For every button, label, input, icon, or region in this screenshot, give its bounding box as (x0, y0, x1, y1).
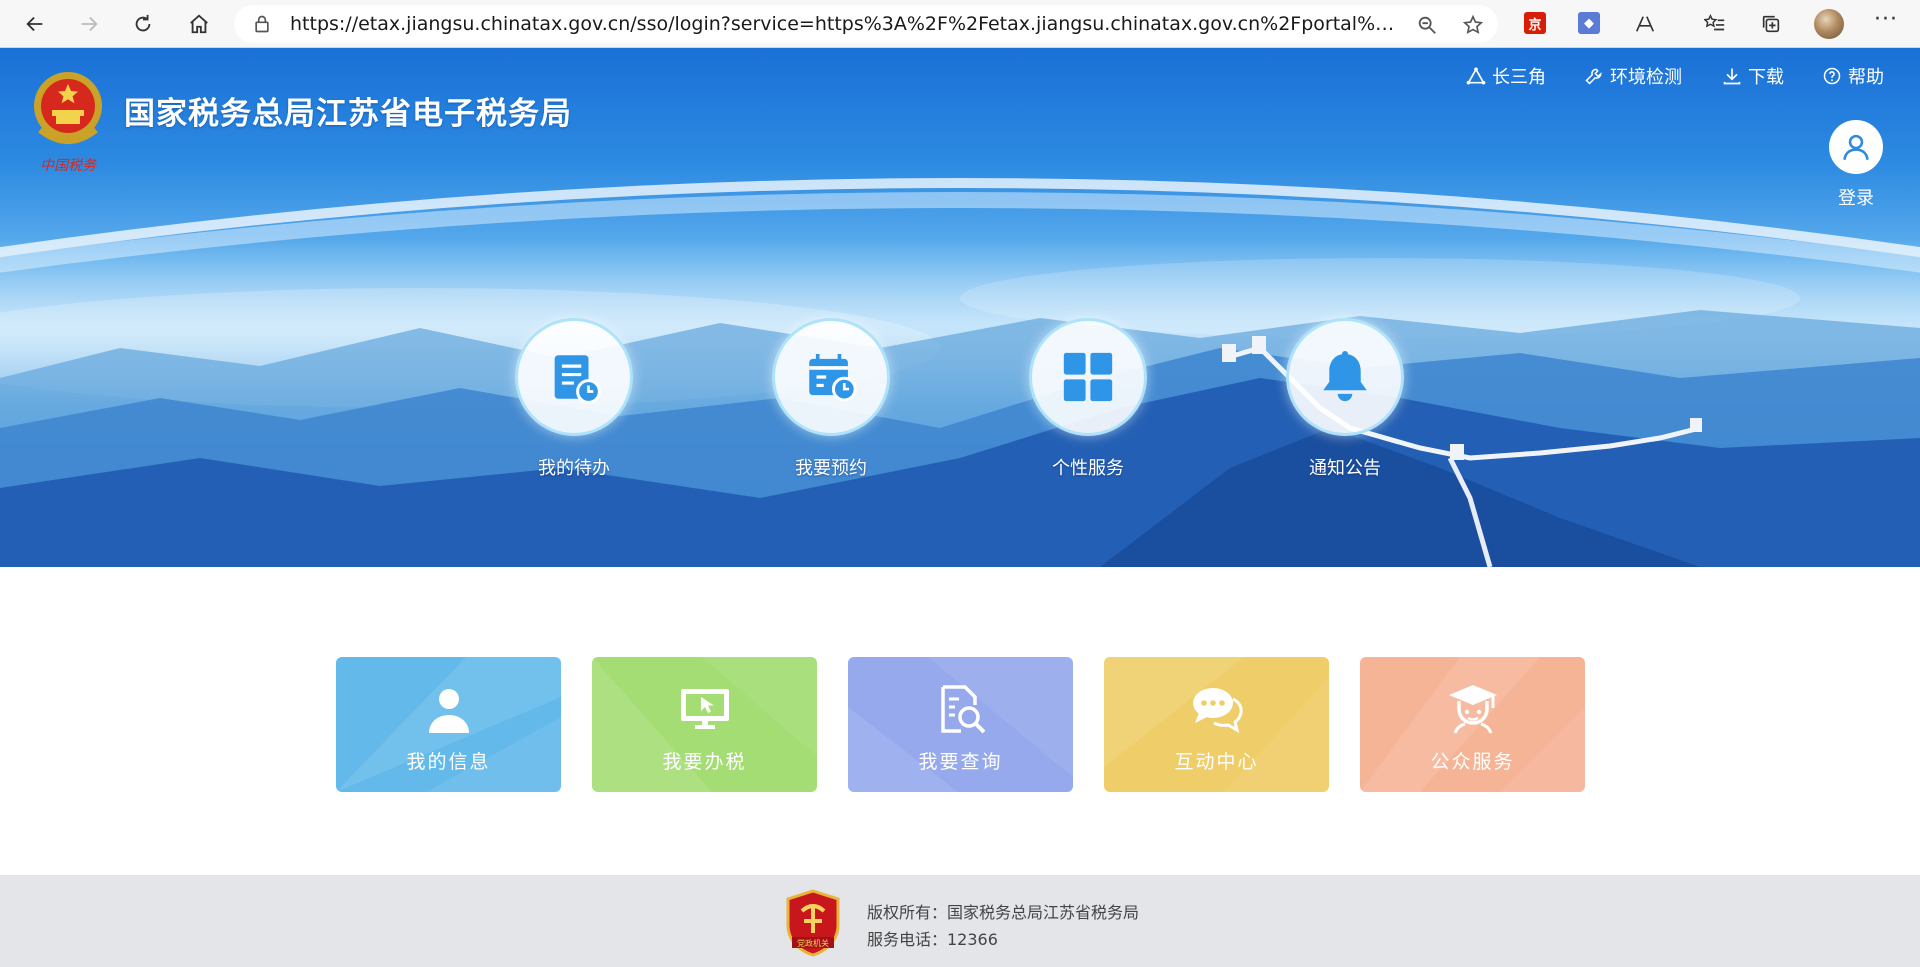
footer-phone: 服务电话：12366 (867, 930, 998, 949)
nav-help[interactable]: 帮助 (1822, 62, 1884, 90)
nav-label: 长三角 (1492, 67, 1546, 88)
extension-jd-icon[interactable]: 京 (1524, 12, 1546, 34)
nav-yangtze-delta[interactable]: 长三角 (1466, 62, 1546, 90)
forward-button[interactable] (72, 7, 106, 41)
tile-interaction-center[interactable]: 互动中心 (1104, 657, 1329, 792)
lock-icon (255, 15, 269, 33)
nav-download[interactable]: 下载 (1722, 62, 1784, 90)
tile-my-info[interactable]: 我的信息 (336, 657, 561, 792)
home-icon (190, 14, 208, 34)
hero-banner: 中国税务 国家税务总局江苏省电子税务局 长三角 环境检测 下载 帮助 登录 我的… (0, 48, 1920, 567)
more-menu-button[interactable]: ··· (1870, 8, 1902, 38)
zoom-icon[interactable] (1416, 14, 1438, 36)
tile-label: 我要查询 (918, 751, 1003, 773)
tile-tax-filing[interactable]: 我要办税 (592, 657, 817, 792)
hub-label: 个性服务 (1052, 458, 1124, 479)
page-footer: 党政机关 版权所有：国家税务总局江苏省税务局 服务电话：12366 (0, 875, 1920, 967)
profile-avatar[interactable] (1814, 9, 1844, 39)
tile-label: 我要办税 (662, 751, 747, 773)
site-title: 国家税务总局江苏省电子税务局 (124, 96, 572, 132)
arrow-left-icon (26, 16, 43, 32)
badge-text: 党政机关 (797, 938, 829, 948)
tile-query[interactable]: 我要查询 (848, 657, 1073, 792)
collections-button[interactable] (1756, 9, 1786, 39)
arrow-right-icon (81, 16, 98, 32)
wrench-icon (1585, 68, 1602, 85)
document-search-icon (940, 685, 985, 734)
hub-appointment[interactable]: 我要预约 (751, 318, 911, 480)
hub-notices[interactable]: 通知公告 (1265, 318, 1425, 480)
collections-icon (1762, 15, 1780, 33)
party-government-badge: 党政机关 (786, 889, 840, 957)
nav-label: 下载 (1748, 67, 1784, 88)
hub-label: 通知公告 (1309, 458, 1381, 479)
hub-icon-circle[interactable] (515, 318, 633, 436)
grid-icon (1063, 352, 1113, 402)
graduate-icon (1448, 685, 1497, 734)
favorites-button[interactable] (1700, 9, 1730, 39)
hub-icon-circle[interactable] (1286, 318, 1404, 436)
calendar-clock-icon (809, 354, 857, 402)
login-button[interactable]: 登录 (1826, 120, 1886, 220)
favorite-star-icon[interactable] (1462, 14, 1484, 36)
nav-label: 帮助 (1848, 67, 1884, 88)
browser-toolbar: https://etax.jiangsu.chinatax.gov.cn/sso… (0, 0, 1920, 48)
hub-personal-service[interactable]: 个性服务 (1008, 318, 1168, 480)
hub-label: 我要预约 (795, 458, 867, 479)
url-text[interactable]: https://etax.jiangsu.chinatax.gov.cn/sso… (290, 5, 1400, 43)
address-bar[interactable]: https://etax.jiangsu.chinatax.gov.cn/sso… (234, 5, 1498, 43)
hub-icon-circle[interactable] (1029, 318, 1147, 436)
hub-label: 我的待办 (538, 458, 610, 479)
tile-label: 我的信息 (406, 751, 491, 773)
refresh-icon (135, 14, 151, 32)
nav-label: 环境检测 (1610, 67, 1682, 88)
refresh-button[interactable] (126, 7, 160, 41)
monitor-cursor-icon (680, 689, 729, 729)
user-icon (428, 689, 469, 733)
nav-environment-check[interactable]: 环境检测 (1584, 62, 1682, 90)
help-icon (1823, 67, 1841, 85)
emblem-caption: 中国税务 (40, 158, 97, 174)
tile-public-service[interactable]: 公众服务 (1360, 657, 1585, 792)
todo-list-icon (554, 355, 601, 404)
footer-copyright: 版权所有：国家税务总局江苏省税务局 (867, 903, 1140, 922)
national-emblem-logo: 中国税务 (34, 72, 102, 174)
login-label[interactable]: 登录 (1826, 184, 1886, 210)
home-button[interactable] (182, 7, 216, 41)
hub-my-todo[interactable]: 我的待办 (494, 318, 654, 480)
favorites-list-icon (1704, 14, 1725, 31)
extension-reader-icon[interactable]: ◆ (1578, 12, 1600, 34)
bell-icon (1323, 351, 1367, 402)
login-avatar[interactable] (1829, 120, 1883, 174)
triangle-nodes-icon (1466, 67, 1486, 85)
tile-label: 互动中心 (1174, 751, 1259, 773)
hub-icon-circle[interactable] (772, 318, 890, 436)
user-outline-icon (1843, 134, 1869, 160)
tile-label: 公众服务 (1430, 751, 1515, 773)
download-icon (1723, 68, 1741, 85)
translate-button[interactable] (1630, 9, 1660, 39)
chat-bubbles-icon (1192, 688, 1243, 733)
back-button[interactable] (18, 7, 52, 41)
translate-icon (1635, 16, 1655, 32)
